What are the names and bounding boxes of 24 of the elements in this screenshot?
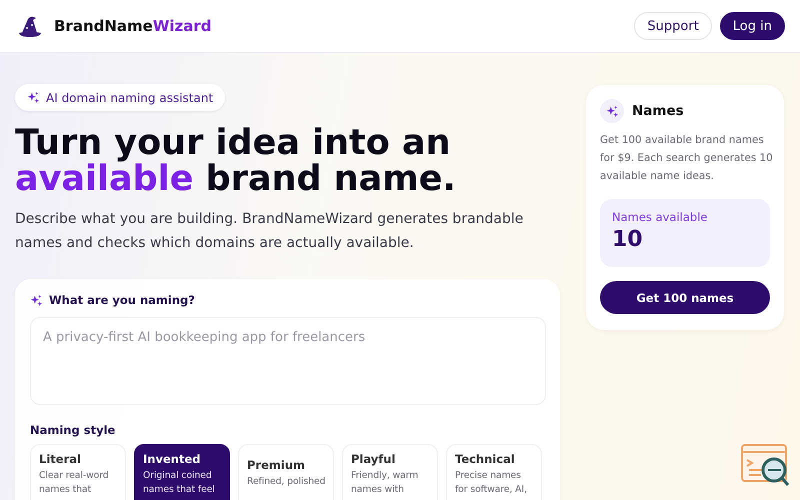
hero-title: Turn your idea into an available brand name.	[15, 125, 456, 197]
support-button[interactable]: Support	[634, 12, 712, 40]
style-option[interactable]: Playful Friendly, warm names with	[342, 444, 438, 500]
card-description: Get 100 available brand names for $9. Each search generates 10 available name ideas.	[600, 133, 774, 184]
style-option[interactable]: Literal Clear real-word names that	[30, 444, 126, 500]
search-window-icon[interactable]	[741, 444, 791, 488]
sparkle-icon	[30, 294, 43, 306]
available-count: 10	[612, 227, 644, 252]
sparkle-icon	[27, 91, 40, 104]
hero-description: Describe what you are building. BrandNameWizard generates brandable names and checks which domains are actually available.	[15, 210, 524, 253]
style-option[interactable]: Premium Refined, polished	[238, 444, 334, 500]
prompt-label: What are you naming?	[49, 293, 195, 307]
wizard-hat-icon	[18, 15, 42, 37]
brand-name[interactable]: BrandNameWizard	[54, 17, 212, 35]
badge-label: AI domain naming assistant	[46, 90, 214, 104]
naming-style-label: Naming style	[30, 423, 116, 437]
sparkle-icon	[606, 104, 618, 118]
login-button[interactable]: Log in	[720, 12, 785, 40]
idea-input-field[interactable]: A privacy-first AI bookkeeping app for freelancers	[30, 317, 546, 405]
style-option[interactable]: Invented Original coined names that feel	[134, 444, 230, 500]
get-names-button[interactable]: Get 100 names	[600, 281, 770, 314]
available-label: Names available	[612, 210, 708, 224]
style-option[interactable]: Technical Precise names for software, AI,	[446, 444, 542, 500]
card-title: Names	[632, 103, 684, 119]
